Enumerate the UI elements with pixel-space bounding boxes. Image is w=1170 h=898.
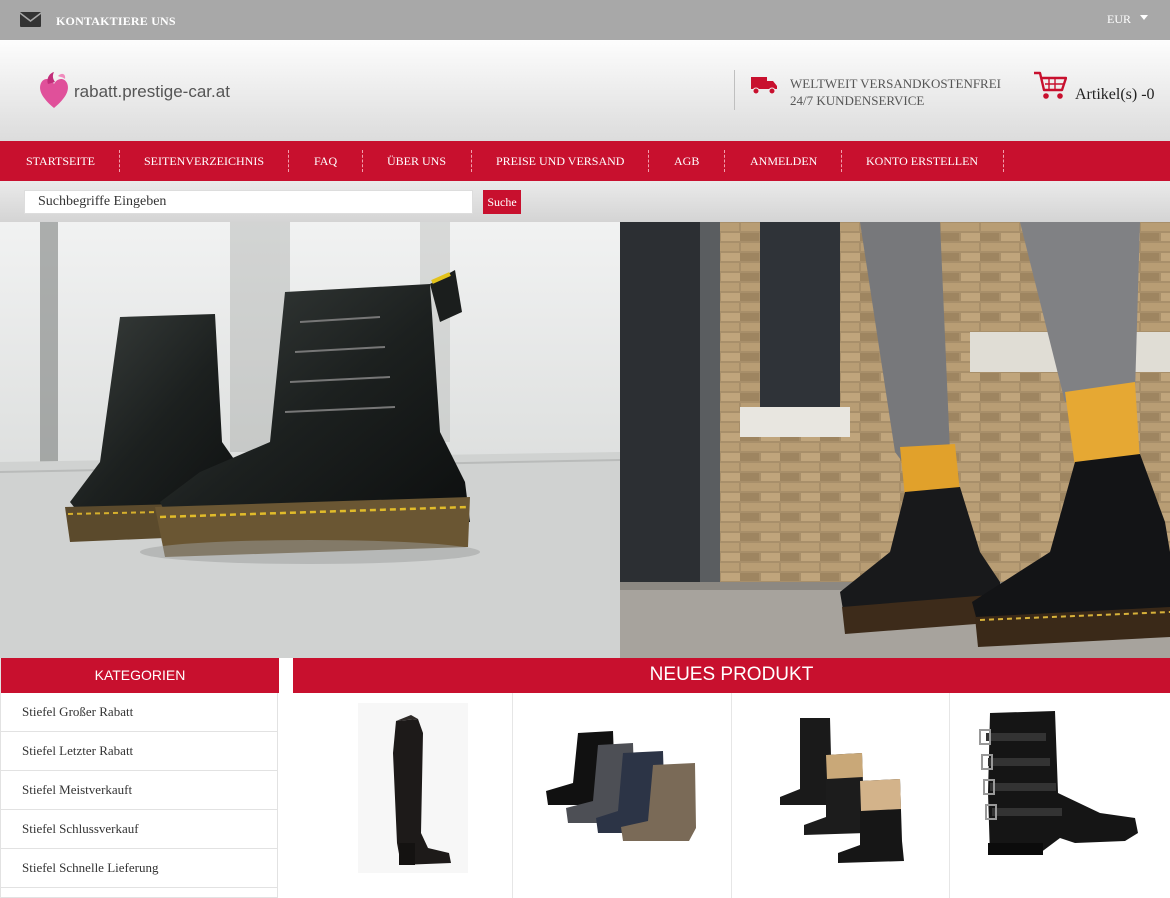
service-info: 24/7 KUNDENSERVICE bbox=[790, 93, 925, 108]
product-card[interactable] bbox=[732, 693, 950, 898]
nav-faq[interactable]: FAQ bbox=[314, 141, 337, 181]
nav-konto-erstellen[interactable]: KONTO ERSTELLEN bbox=[866, 141, 978, 181]
chevron-down-icon[interactable] bbox=[1140, 15, 1148, 20]
category-item[interactable]: Stiefel Letzter Rabatt bbox=[1, 732, 277, 771]
nav-separator bbox=[362, 150, 363, 172]
nav-anmelden[interactable]: ANMELDEN bbox=[750, 141, 817, 181]
header-divider bbox=[734, 70, 735, 110]
nav-separator bbox=[724, 150, 725, 172]
truck-icon bbox=[751, 77, 777, 95]
logo-heart-icon[interactable] bbox=[38, 70, 70, 110]
product-image-slouch-boots bbox=[546, 731, 696, 841]
hero-image-boots bbox=[0, 222, 620, 658]
category-item[interactable]: Stiefel Schnelle Lieferung bbox=[1, 849, 277, 888]
hero-image-street bbox=[620, 222, 1170, 658]
product-image-shearling-boots bbox=[780, 718, 904, 863]
search-input[interactable] bbox=[24, 190, 473, 214]
search-button[interactable]: Suche bbox=[483, 190, 521, 214]
currency-select[interactable]: EUR bbox=[1107, 12, 1131, 27]
nav-agb[interactable]: AGB bbox=[674, 141, 699, 181]
product-card[interactable] bbox=[293, 693, 513, 898]
product-card[interactable] bbox=[950, 693, 1170, 898]
hero-banner-left[interactable] bbox=[0, 222, 620, 658]
nav-separator bbox=[1003, 150, 1004, 172]
nav-separator bbox=[119, 150, 120, 172]
contact-link[interactable]: KONTAKTIERE UNS bbox=[56, 14, 176, 29]
search-bar: Suche bbox=[0, 181, 1170, 222]
mail-icon[interactable] bbox=[20, 12, 41, 27]
shipping-info: WELTWEIT VERSANDKOSTENFREI bbox=[790, 76, 1002, 91]
product-image-riding-boot bbox=[358, 703, 468, 873]
nav-preise-versand[interactable]: PREISE UND VERSAND bbox=[496, 141, 624, 181]
nav-startseite[interactable]: STARTSEITE bbox=[26, 141, 95, 181]
product-image-buckle-boot bbox=[979, 711, 1138, 855]
categories-title: KATEGORIEN bbox=[1, 658, 279, 693]
category-item[interactable]: Stiefel Schlussverkauf bbox=[1, 810, 277, 849]
header: rabatt.prestige-car.at WELTWEIT VERSANDK… bbox=[0, 40, 1170, 141]
nav-separator bbox=[471, 150, 472, 172]
category-item[interactable]: Stiefel Meistverkauft bbox=[1, 771, 277, 810]
logo-text[interactable]: rabatt.prestige-car.at bbox=[74, 82, 230, 102]
cart-icon[interactable] bbox=[1033, 70, 1067, 102]
nav-separator bbox=[288, 150, 289, 172]
new-products-title: NEUES PRODUKT bbox=[293, 658, 1170, 693]
hero-banner-right[interactable] bbox=[620, 222, 1170, 658]
nav-separator bbox=[841, 150, 842, 172]
category-item[interactable]: Stiefel Großer Rabatt bbox=[1, 693, 277, 732]
nav-separator bbox=[648, 150, 649, 172]
top-bar: KONTAKTIERE UNS EUR bbox=[0, 0, 1170, 40]
main-nav: STARTSEITE SEITENVERZEICHNIS FAQ ÜBER UN… bbox=[0, 141, 1170, 181]
cart-count[interactable]: Artikel(s) -0 bbox=[1075, 86, 1155, 104]
nav-seitenverzeichnis[interactable]: SEITENVERZEICHNIS bbox=[144, 141, 264, 181]
product-card[interactable] bbox=[513, 693, 732, 898]
nav-ueber-uns[interactable]: ÜBER UNS bbox=[387, 141, 446, 181]
categories-panel: KATEGORIEN Stiefel Großer Rabatt Stiefel… bbox=[0, 658, 279, 898]
